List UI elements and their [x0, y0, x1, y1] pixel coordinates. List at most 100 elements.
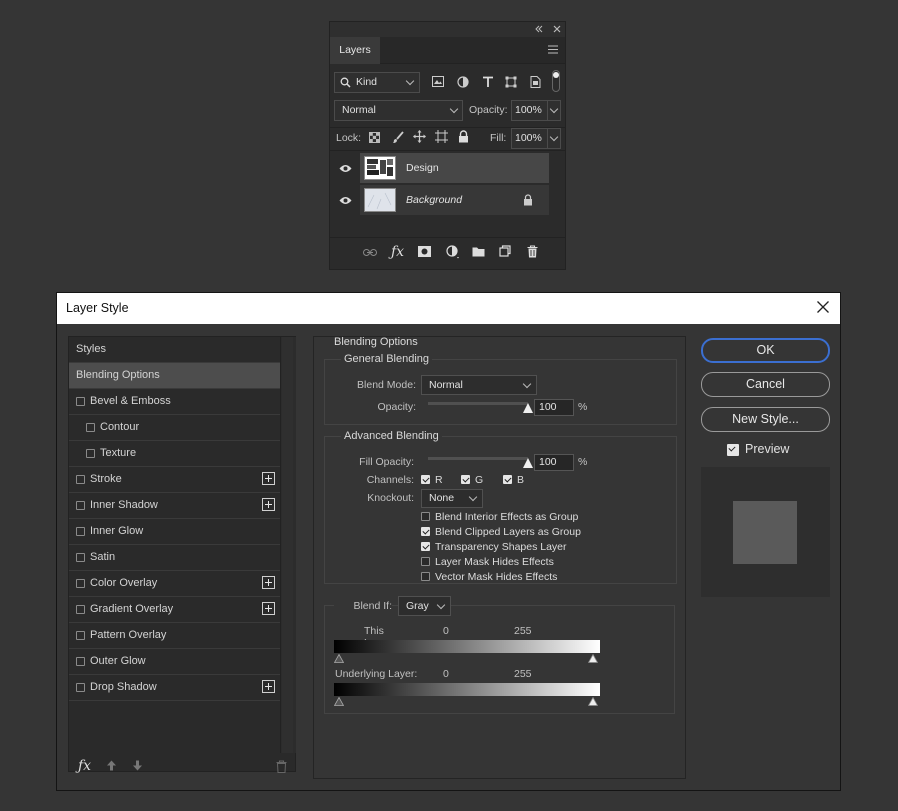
layer-row-design[interactable]: Design — [360, 153, 549, 183]
blend-if-label: Blend If: — [334, 600, 392, 612]
type-filter-icon[interactable] — [482, 76, 494, 88]
style-checkbox[interactable] — [76, 605, 85, 614]
adjustment-layer-icon[interactable] — [446, 245, 460, 259]
style-item-gradient-overlay[interactable]: Gradient Overlay — [69, 597, 280, 623]
add-effect-plus-icon[interactable] — [262, 576, 275, 589]
style-item-label: Pattern Overlay — [90, 629, 167, 641]
panel-menu-icon[interactable] — [548, 45, 558, 54]
lock-transparent-icon[interactable] — [369, 132, 380, 143]
add-mask-icon[interactable] — [418, 246, 431, 257]
lock-artboard-icon[interactable] — [435, 130, 448, 143]
advanced-option-checkbox[interactable] — [421, 527, 430, 536]
move-up-arrow-icon[interactable] — [106, 760, 117, 771]
style-checkbox[interactable] — [76, 579, 85, 588]
style-item-label: Texture — [100, 447, 137, 459]
preview-checkbox[interactable] — [727, 444, 739, 456]
style-item-satin[interactable]: Satin — [69, 545, 280, 571]
new-layer-icon[interactable] — [499, 245, 511, 257]
layer-blend-mode-dropdown[interactable]: Normal — [334, 100, 463, 121]
knockout-dropdown[interactable]: None — [421, 489, 483, 508]
layer-opacity-field[interactable]: 100% — [511, 100, 561, 121]
style-item-inner-shadow[interactable]: Inner Shadow — [69, 493, 280, 519]
shape-filter-icon[interactable] — [505, 76, 517, 88]
style-item-bevel-emboss[interactable]: Bevel & Emboss — [69, 389, 280, 415]
style-checkbox[interactable] — [76, 475, 85, 484]
scrollbar-thumb[interactable] — [282, 337, 293, 753]
lock-position-move-icon[interactable] — [413, 130, 426, 143]
this-layer-black-slider[interactable] — [334, 654, 344, 663]
filter-toggle-switch[interactable] — [552, 70, 560, 92]
image-filter-icon[interactable] — [432, 76, 444, 87]
smart-object-filter-icon[interactable] — [530, 76, 541, 88]
style-checkbox[interactable] — [76, 683, 85, 692]
advanced-option-checkbox[interactable] — [421, 572, 430, 581]
this-layer-white-slider[interactable] — [588, 654, 598, 663]
add-effect-plus-icon[interactable] — [262, 602, 275, 615]
filter-kind-dropdown[interactable]: Kind — [334, 72, 420, 93]
link-layers-icon[interactable] — [363, 248, 377, 257]
style-checkbox[interactable] — [76, 501, 85, 510]
style-item-inner-glow[interactable]: Inner Glow — [69, 519, 280, 545]
style-item-color-overlay[interactable]: Color Overlay — [69, 571, 280, 597]
preview-swatch — [733, 501, 797, 564]
ok-button[interactable]: OK — [701, 338, 830, 363]
new-style-button[interactable]: New Style... — [701, 407, 830, 432]
move-down-arrow-icon[interactable] — [132, 760, 143, 771]
style-checkbox[interactable] — [76, 527, 85, 536]
collapse-panel-icon[interactable] — [534, 24, 544, 34]
fill-opacity-input[interactable]: 100 — [534, 454, 574, 471]
style-item-stroke[interactable]: Stroke — [69, 467, 280, 493]
add-effect-plus-icon[interactable] — [262, 472, 275, 485]
style-item-outer-glow[interactable]: Outer Glow — [69, 649, 280, 675]
knockout-label: Knockout: — [367, 492, 414, 504]
adjustment-filter-icon[interactable] — [457, 76, 469, 88]
trash-icon[interactable] — [527, 245, 538, 258]
fx-icon[interactable]: ƒx — [78, 758, 91, 774]
blend-mode-dropdown[interactable]: Normal — [421, 375, 537, 395]
opacity-input[interactable]: 100 — [534, 399, 574, 416]
opacity-slider-track[interactable] — [428, 402, 528, 405]
style-checkbox[interactable] — [76, 657, 85, 666]
style-item-contour[interactable]: Contour — [69, 415, 280, 441]
style-checkbox[interactable] — [86, 423, 95, 432]
layer-row-background[interactable]: Background — [360, 185, 549, 215]
tab-layers[interactable]: Layers — [330, 37, 380, 64]
lock-all-icon[interactable] — [458, 130, 469, 143]
advanced-option-checkbox[interactable] — [421, 512, 430, 521]
close-icon[interactable] — [816, 300, 830, 314]
cancel-button[interactable]: Cancel — [701, 372, 830, 397]
channels-label: Channels: — [366, 474, 414, 486]
style-item-styles[interactable]: Styles — [69, 337, 280, 363]
fill-opacity-slider-track[interactable] — [428, 457, 528, 460]
add-effect-plus-icon[interactable] — [262, 680, 275, 693]
advanced-option-checkbox[interactable] — [421, 557, 430, 566]
style-item-drop-shadow[interactable]: Drop Shadow — [69, 675, 280, 701]
layer-fill-field[interactable]: 100% — [511, 128, 561, 149]
close-panel-icon[interactable] — [552, 24, 562, 34]
channel-g-checkbox[interactable] — [461, 475, 470, 484]
channel-b-checkbox[interactable] — [503, 475, 512, 484]
opacity-slider-handle[interactable] — [523, 403, 533, 413]
blend-if-dropdown[interactable]: Gray — [398, 596, 451, 616]
advanced-option-checkbox[interactable] — [421, 542, 430, 551]
advanced-option-label: Layer Mask Hides Effects — [435, 556, 554, 568]
channel-r-checkbox[interactable] — [421, 475, 430, 484]
underlying-black-slider[interactable] — [334, 697, 344, 706]
underlying-white-slider[interactable] — [588, 697, 598, 706]
style-checkbox[interactable] — [76, 397, 85, 406]
trash-icon[interactable] — [276, 760, 287, 773]
eye-icon[interactable] — [339, 196, 352, 205]
add-effect-plus-icon[interactable] — [262, 498, 275, 511]
style-item-pattern-overlay[interactable]: Pattern Overlay — [69, 623, 280, 649]
fill-opacity-slider-handle[interactable] — [523, 458, 533, 468]
lock-pixels-brush-icon[interactable] — [392, 131, 404, 144]
eye-icon[interactable] — [339, 164, 352, 173]
style-checkbox[interactable] — [86, 449, 95, 458]
style-checkbox[interactable] — [76, 553, 85, 562]
dialog-title-bar[interactable]: Layer Style — [57, 293, 840, 324]
style-item-blending-options[interactable]: Blending Options — [69, 363, 280, 389]
style-checkbox[interactable] — [76, 631, 85, 640]
group-folder-icon[interactable] — [472, 246, 485, 257]
style-item-texture[interactable]: Texture — [69, 441, 280, 467]
fx-icon[interactable]: ƒx — [391, 244, 404, 260]
